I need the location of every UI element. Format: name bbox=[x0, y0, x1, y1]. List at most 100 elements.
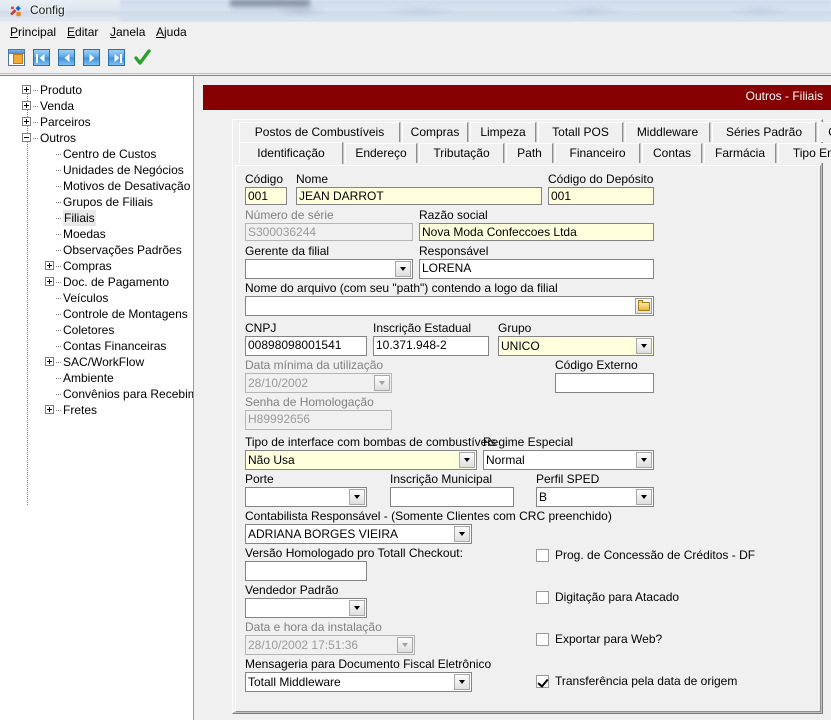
tree-item-observa-es-padr-es[interactable]: Observações Padrões bbox=[0, 242, 193, 258]
expand-icon[interactable] bbox=[45, 405, 54, 414]
tab-path[interactable]: Path bbox=[506, 143, 553, 163]
tree-item-unidades-de-neg-cios[interactable]: Unidades de Negócios bbox=[0, 162, 193, 178]
next-record-button[interactable] bbox=[81, 47, 102, 68]
field-codigo-externo[interactable] bbox=[555, 373, 654, 393]
expand-icon[interactable] bbox=[22, 85, 31, 94]
field-tipo-interface-bombas[interactable]: Não Usa bbox=[245, 450, 477, 470]
navigation-tree[interactable]: ProdutoVendaParceirosOutrosCentro de Cus… bbox=[0, 75, 194, 720]
tree-item-label: Observações Padrões bbox=[63, 242, 182, 258]
field-grupo-value: UNICO bbox=[501, 339, 540, 353]
field-razao-social[interactable]: Nova Moda Confeccoes Ltda bbox=[419, 223, 654, 241]
field-porte[interactable] bbox=[245, 487, 367, 507]
chevron-down-icon[interactable] bbox=[636, 452, 652, 468]
tree-item-filiais[interactable]: Filiais bbox=[0, 210, 193, 226]
tab-tipo-entrega[interactable]: Tipo Entrega bbox=[778, 143, 831, 163]
tab-tributa-o[interactable]: Tributação bbox=[419, 143, 504, 163]
field-responsavel[interactable]: LORENA bbox=[419, 259, 654, 279]
first-record-button[interactable] bbox=[31, 47, 52, 68]
menu-ajuda[interactable]: Ajuda bbox=[153, 25, 190, 39]
tab-compras[interactable]: Compras bbox=[402, 122, 468, 142]
field-regime-especial-value: Normal bbox=[486, 453, 525, 467]
expand-icon[interactable] bbox=[45, 261, 54, 270]
field-nome[interactable]: JEAN DARROT bbox=[296, 187, 542, 205]
tree-item-centro-de-custos[interactable]: Centro de Custos bbox=[0, 146, 193, 162]
field-logo-arquivo[interactable] bbox=[245, 296, 654, 316]
checkbox-box[interactable] bbox=[536, 633, 549, 646]
tree-item-produto[interactable]: Produto bbox=[0, 82, 193, 98]
checkbox-box[interactable] bbox=[536, 591, 549, 604]
next-arrow-icon bbox=[83, 49, 100, 66]
field-contabilista[interactable]: ADRIANA BORGES VIEIRA bbox=[245, 524, 472, 544]
menu-principal[interactable]: Principal bbox=[7, 25, 59, 39]
tab-farm-cia[interactable]: Farmácia bbox=[704, 143, 776, 163]
tree-item-label: Venda bbox=[40, 98, 74, 114]
field-versao-checkout[interactable] bbox=[245, 561, 367, 581]
tree-item-label: Fretes bbox=[63, 402, 97, 418]
chevron-down-icon[interactable] bbox=[349, 600, 365, 616]
checkbox-box[interactable] bbox=[536, 675, 549, 688]
tab-endere-o[interactable]: Endereço bbox=[345, 143, 417, 163]
browse-file-button[interactable] bbox=[635, 298, 652, 314]
last-record-button[interactable] bbox=[106, 47, 127, 68]
chevron-down-icon[interactable] bbox=[459, 452, 475, 468]
checkbox-box[interactable] bbox=[536, 549, 549, 562]
tree-item-fretes[interactable]: Fretes bbox=[0, 402, 193, 418]
new-record-button[interactable] bbox=[6, 47, 27, 68]
tree-item-parceiros[interactable]: Parceiros bbox=[0, 114, 193, 130]
field-inscricao-estadual[interactable]: 10.371.948-2 bbox=[373, 336, 489, 356]
menu-janela-label: anela bbox=[116, 25, 145, 39]
field-grupo[interactable]: UNICO bbox=[498, 336, 654, 356]
collapse-icon[interactable] bbox=[22, 133, 31, 142]
tree-item-compras[interactable]: Compras bbox=[0, 258, 193, 274]
tree-item-doc-de-pagamento[interactable]: Doc. de Pagamento bbox=[0, 274, 193, 290]
chevron-down-icon[interactable] bbox=[454, 674, 470, 690]
tree-item-contas-financeiras[interactable]: Contas Financeiras bbox=[0, 338, 193, 354]
tree-item-ve-culos[interactable]: Veículos bbox=[0, 290, 193, 306]
tree-item-ambiente[interactable]: Ambiente bbox=[0, 370, 193, 386]
expand-icon[interactable] bbox=[22, 117, 31, 126]
field-perfil-sped[interactable]: B bbox=[536, 487, 654, 507]
tree-item-conv-nios-para-recebimentos-c[interactable]: Convênios para Recebimentos c bbox=[0, 386, 193, 402]
tab-order-web[interactable]: Order Web bbox=[818, 122, 831, 142]
tab-s-ries-padr-o[interactable]: Séries Padrão bbox=[712, 122, 816, 142]
tab-contas[interactable]: Contas bbox=[642, 143, 702, 163]
tab-postos-de-combust-veis[interactable]: Postos de Combustíveis bbox=[239, 122, 400, 142]
tab-totall-pos[interactable]: Totall POS bbox=[538, 122, 623, 142]
field-cnpj[interactable]: 00898098001541 bbox=[245, 336, 367, 356]
tab-financeiro[interactable]: Financeiro bbox=[555, 143, 640, 163]
previous-record-button[interactable] bbox=[56, 47, 77, 68]
expand-icon[interactable] bbox=[45, 277, 54, 286]
menu-janela[interactable]: Janela bbox=[107, 25, 148, 39]
tab-middleware[interactable]: Middleware bbox=[625, 122, 710, 142]
expand-icon[interactable] bbox=[45, 357, 54, 366]
chevron-down-icon[interactable] bbox=[454, 526, 470, 542]
tree-item-coletores[interactable]: Coletores bbox=[0, 322, 193, 338]
chevron-down-icon[interactable] bbox=[395, 261, 411, 277]
tree-item-motivos-de-desativa-o[interactable]: Motivos de Desativação bbox=[0, 178, 193, 194]
tree-item-label: Moedas bbox=[63, 226, 106, 242]
tree-item-controle-de-montagens[interactable]: Controle de Montagens bbox=[0, 306, 193, 322]
label-codigo: Código bbox=[245, 172, 283, 186]
field-vendedor-padrao[interactable] bbox=[245, 598, 367, 618]
confirm-button[interactable] bbox=[132, 47, 153, 68]
tree-item-venda[interactable]: Venda bbox=[0, 98, 193, 114]
tree-item-outros[interactable]: Outros bbox=[0, 130, 193, 146]
field-regime-especial[interactable]: Normal bbox=[483, 450, 654, 470]
tab-limpeza[interactable]: Limpeza bbox=[470, 122, 536, 142]
tree-item-sac-workflow[interactable]: SAC/WorkFlow bbox=[0, 354, 193, 370]
field-codigo-deposito[interactable]: 001 bbox=[548, 187, 654, 205]
chevron-down-icon[interactable] bbox=[636, 489, 652, 505]
label-porte: Porte bbox=[245, 472, 274, 486]
field-inscricao-municipal[interactable] bbox=[390, 487, 514, 507]
expand-icon[interactable] bbox=[22, 101, 31, 110]
tab-identifica-o[interactable]: Identificação bbox=[239, 142, 343, 164]
menu-editar[interactable]: Editar bbox=[64, 25, 101, 39]
tree-guide-dots bbox=[33, 138, 39, 139]
tree-item-grupos-de-filiais[interactable]: Grupos de Filiais bbox=[0, 194, 193, 210]
tree-item-moedas[interactable]: Moedas bbox=[0, 226, 193, 242]
field-gerente-filial[interactable] bbox=[245, 259, 413, 279]
chevron-down-icon[interactable] bbox=[636, 338, 652, 354]
chevron-down-icon[interactable] bbox=[349, 489, 365, 505]
field-mensageria[interactable]: Totall Middleware bbox=[245, 672, 472, 692]
field-codigo[interactable]: 001 bbox=[245, 187, 287, 205]
